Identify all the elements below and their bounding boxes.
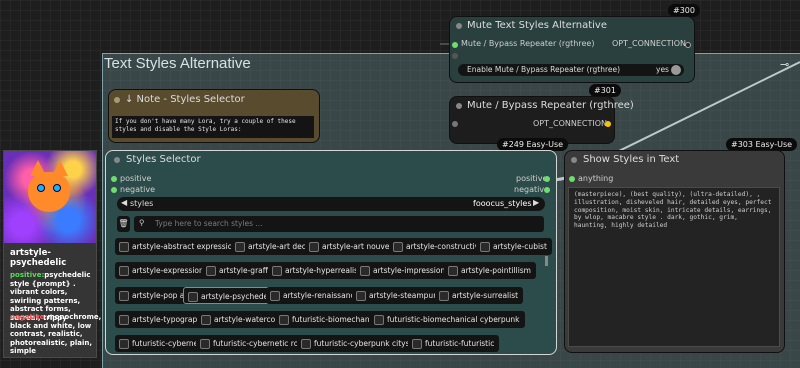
input-slot-dot[interactable]: [569, 176, 575, 182]
output-slot-dot[interactable]: [544, 176, 550, 182]
node-title[interactable]: Show Styles in Text: [583, 154, 679, 165]
output-slot-dot[interactable]: [685, 42, 691, 48]
style-search-input[interactable]: ⚲ Type here to search styles ...: [134, 216, 544, 232]
search-icon: ⚲: [139, 218, 145, 227]
preview-negative: negative:monochrome, black and white, lo…: [10, 313, 101, 356]
toggle-label: Enable Mute / Bypass Repeater (rgthree): [467, 65, 621, 74]
negative-label: negative:: [10, 313, 48, 321]
arrow-right-icon[interactable]: ▶: [533, 198, 539, 207]
node-title[interactable]: Mute / Bypass Repeater (rgthree): [467, 100, 634, 111]
trash-icon[interactable]: 🗑: [117, 216, 130, 232]
note-textarea[interactable]: If you don't have many Lora, try a coupl…: [112, 116, 314, 138]
style-chip[interactable]: artstyle-cubist: [476, 238, 552, 255]
show-text-output[interactable]: (masterpiece), (best quality), (ultra-de…: [568, 187, 780, 347]
style-chip[interactable]: artstyle-art deco: [231, 238, 316, 255]
node-collapse-dot[interactable]: [114, 97, 120, 103]
input-slot-dot[interactable]: [452, 121, 458, 127]
output-positive-label: positive: [516, 174, 548, 183]
node-title[interactable]: ↓ Note - Styles Selector: [125, 94, 245, 105]
input-anything-label: anything: [578, 174, 614, 183]
style-chip[interactable]: artstyle-renaissance: [266, 287, 365, 304]
cat-eye-icon: [37, 184, 45, 192]
style-chip[interactable]: futuristic-biomechanical cyberpunk: [370, 311, 525, 328]
style-chip[interactable]: futuristic-futuristic: [408, 335, 500, 352]
arrow-left-icon[interactable]: ◀: [121, 198, 127, 207]
chip-list-scrollbar[interactable]: [545, 256, 548, 266]
node-collapse-dot[interactable]: [456, 103, 462, 109]
style-chip[interactable]: artstyle-steampunk: [352, 287, 448, 304]
node-collapse-dot[interactable]: [456, 23, 462, 29]
cat-face-icon: [28, 172, 70, 212]
style-chip[interactable]: artstyle-pointillism: [444, 262, 536, 279]
output-slot-label: OPT_CONNECTION: [533, 119, 608, 128]
styles-combo[interactable]: ◀ styles fooocus_styles ▶: [117, 197, 545, 211]
combo-value: fooocus_styles: [473, 199, 532, 208]
input-slot-dot[interactable]: [452, 42, 458, 48]
input-slot-dot[interactable]: [111, 176, 117, 182]
toggle-value: yes: [656, 65, 669, 74]
node-title[interactable]: Mute Text Styles Alternative: [467, 20, 607, 31]
style-chip[interactable]: artstyle-hyperrealism: [268, 262, 371, 279]
input-positive-label: positive: [120, 174, 152, 183]
combo-label: styles: [130, 199, 154, 208]
node-collapse-dot[interactable]: [571, 157, 577, 163]
node-collapse-dot[interactable]: [114, 157, 120, 163]
cat-eye-icon: [53, 184, 61, 192]
enable-repeater-toggle[interactable]: Enable Mute / Bypass Repeater (rgthree) …: [458, 64, 684, 76]
input-slot-dot[interactable]: [452, 53, 458, 59]
node-title[interactable]: Styles Selector: [126, 154, 201, 165]
output-slot-dot[interactable]: [544, 187, 550, 193]
style-chip[interactable]: artstyle-surrealist: [435, 287, 524, 304]
output-slot-dot[interactable]: [605, 121, 611, 127]
input-slot-label: Mute / Bypass Repeater (rgthree): [461, 39, 595, 48]
search-placeholder: Type here to search styles ...: [155, 219, 263, 228]
input-negative-label: negative: [120, 185, 155, 194]
preview-style-name: artstyle-psychedelic: [10, 248, 67, 268]
pin-icon[interactable]: ⊸: [780, 58, 789, 71]
input-slot-dot[interactable]: [111, 187, 117, 193]
output-slot-label: OPT_CONNECTION: [612, 39, 687, 48]
toggle-knob[interactable]: [671, 65, 681, 75]
positive-label: positive:: [10, 271, 45, 279]
group-title[interactable]: Text Styles Alternative: [104, 55, 251, 72]
